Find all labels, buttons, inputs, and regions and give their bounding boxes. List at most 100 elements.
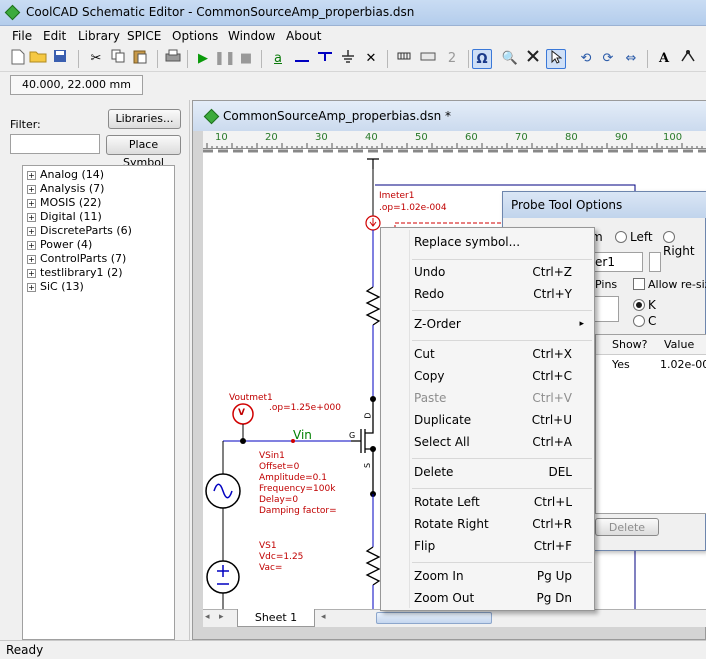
ground-icon[interactable] (338, 49, 358, 69)
new-file-icon[interactable] (8, 49, 28, 69)
text-tool-icon[interactable]: A (654, 49, 674, 69)
ruler-tick-30: 30 (315, 132, 328, 143)
tree-item-analysis[interactable]: + Analysis (7) (27, 182, 104, 195)
no-connect-icon[interactable]: ✕ (361, 49, 381, 69)
paste-icon[interactable] (130, 49, 150, 69)
status-bar: Ready (0, 640, 706, 658)
print-icon[interactable] (163, 49, 183, 69)
stop-icon[interactable]: ■ (236, 49, 256, 69)
pin-icon[interactable] (394, 49, 414, 69)
tree-item-discreteparts[interactable]: + DiscreteParts (6) (27, 224, 132, 237)
save-icon[interactable] (50, 49, 70, 69)
row-show-cell[interactable]: Yes (612, 358, 630, 371)
tree-item-sic[interactable]: + SiC (13) (27, 280, 84, 293)
menu-library[interactable]: Library (78, 29, 120, 43)
ruler-tick-40: 40 (365, 132, 378, 143)
source-pin-label: S (363, 462, 373, 469)
rotate-left-icon[interactable]: ⟲ (576, 49, 596, 69)
tree-item-power[interactable]: + Power (4) (27, 238, 92, 251)
ruler-tick-100: 100 (663, 132, 683, 143)
delete-tool-icon[interactable] (523, 49, 543, 69)
menu-spice[interactable]: SPICE (127, 29, 161, 43)
probe-properties-table: Show? Value Yes 1.02e-004 (595, 334, 706, 514)
menu-item-select-all[interactable]: Select All Ctrl+A (414, 432, 592, 452)
pointer-icon[interactable] (546, 49, 566, 69)
cut-icon[interactable]: ✂ (86, 49, 106, 69)
pins-field[interactable] (591, 296, 619, 322)
tree-item-digital[interactable]: + Digital (11) (27, 210, 102, 223)
probe-name-field[interactable]: er1 (591, 252, 643, 272)
menu-item-undo[interactable]: Undo Ctrl+Z (414, 262, 592, 282)
tab-scroll-right-icon[interactable]: ▸ (219, 612, 224, 622)
menu-item-delete[interactable]: Delete DEL (414, 462, 592, 482)
menu-item-z-order[interactable]: Z-Order ▸ (414, 314, 592, 334)
probe-field-extra[interactable] (649, 252, 661, 272)
tab-scroll-left-icon[interactable]: ◂ (205, 612, 210, 622)
position-right-radio[interactable]: Right (663, 230, 705, 258)
window-title: CoolCAD Schematic Editor - CommonSourceA… (26, 5, 415, 19)
row-value-cell[interactable]: 1.02e-004 (660, 358, 706, 371)
flip-icon[interactable]: ⇔ (621, 49, 641, 69)
tree-item-controlparts[interactable]: + ControlParts (7) (27, 252, 126, 265)
zoom-icon[interactable]: 🔍 (500, 49, 520, 69)
tree-item-mosis[interactable]: + MOSIS (22) (27, 196, 101, 209)
context-menu: Replace symbol... Undo Ctrl+Z Redo Ctrl+Y … (380, 227, 595, 611)
menu-item-rotate-left[interactable]: Rotate Left Ctrl+L (414, 492, 592, 512)
cursor-coordinates: 40.000, 22.000 mm (10, 75, 143, 95)
horizontal-ruler: 10 20 30 40 50 60 70 80 90 100 (203, 131, 706, 149)
menu-item-zoom-out[interactable]: Zoom Out Pg Dn (414, 588, 592, 608)
menu-options[interactable]: Options (172, 29, 218, 43)
menu-item-flip[interactable]: Flip Ctrl+F (414, 536, 592, 556)
node-tool-icon[interactable] (678, 49, 698, 69)
menu-item-cut[interactable]: Cut Ctrl+X (414, 344, 592, 364)
library-tree: + Analog (14) + Analysis (7) + MOSIS (22) +… (22, 165, 175, 640)
filter-input[interactable] (10, 134, 100, 154)
delete-button[interactable]: Delete (595, 518, 659, 536)
menu-item-rotate-right[interactable]: Rotate Right Ctrl+R (414, 514, 592, 534)
probe-tool-icon[interactable]: Ω (472, 49, 492, 69)
hscroll-left-icon[interactable]: ◂ (321, 612, 326, 622)
menu-item-zoom-in[interactable]: Zoom In Pg Up (414, 566, 592, 586)
unit-c-radio[interactable]: C (633, 314, 656, 328)
menu-bar: File Edit Library SPICE Options Window A… (0, 26, 706, 46)
open-folder-icon[interactable] (28, 49, 48, 69)
menu-item-replace-symbol[interactable]: Replace symbol... (414, 232, 592, 252)
run-icon[interactable]: ▶ (193, 49, 213, 69)
tab-sheet-1[interactable]: Sheet 1 (237, 609, 315, 627)
line-icon[interactable] (292, 49, 312, 69)
menu-item-redo[interactable]: Redo Ctrl+Y (414, 284, 592, 304)
numbering-icon[interactable]: 2 (442, 49, 462, 69)
menu-item-duplicate[interactable]: Duplicate Ctrl+U (414, 410, 592, 430)
column-header-value: Value (664, 338, 695, 351)
allow-resize-checkbox[interactable]: Allow re-sizin (633, 278, 706, 291)
place-symbol-button[interactable]: Place Symbol (106, 135, 181, 169)
menu-item-copy[interactable]: Copy Ctrl+C (414, 366, 592, 386)
imeter-op-value: .op=1.02e-004 (379, 203, 447, 213)
horizontal-scrollbar-thumb[interactable] (376, 612, 492, 624)
ruler-tick-60: 60 (465, 132, 478, 143)
menu-edit[interactable]: Edit (43, 29, 66, 43)
tree-item-testlibrary1[interactable]: + testlibrary1 (2) (27, 266, 123, 279)
libraries-button[interactable]: Libraries... (108, 109, 181, 129)
pause-icon[interactable]: ❚❚ (214, 49, 236, 69)
wire-icon[interactable]: a (268, 49, 288, 69)
imeter-name: Imeter1 (379, 191, 415, 201)
copy-icon[interactable] (108, 49, 128, 69)
menu-item-paste[interactable]: Paste Ctrl+V (414, 388, 592, 408)
menu-about[interactable]: About (286, 29, 321, 43)
vs-parameters: VS1 Vdc=1.25 Vac= (259, 541, 304, 573)
column-header-show: Show? (612, 338, 648, 351)
ruler-tick-90: 90 (615, 132, 628, 143)
ruler-tick-70: 70 (515, 132, 528, 143)
position-left-radio[interactable]: Left (615, 230, 653, 244)
voutmet-op-value: .op=1.25e+000 (269, 403, 341, 413)
tree-item-analog[interactable]: + Analog (14) (27, 168, 104, 181)
rotate-right-icon[interactable]: ⟳ (598, 49, 618, 69)
document-title-bar: CommonSourceAmp_properbias.dsn * (193, 101, 706, 131)
ruler-icon[interactable] (418, 49, 438, 69)
bus-icon[interactable] (315, 49, 335, 69)
voltmeter-symbol: V (238, 408, 245, 418)
menu-file[interactable]: File (12, 29, 32, 43)
unit-k-radio[interactable]: K (633, 298, 656, 312)
menu-window[interactable]: Window (228, 29, 275, 43)
